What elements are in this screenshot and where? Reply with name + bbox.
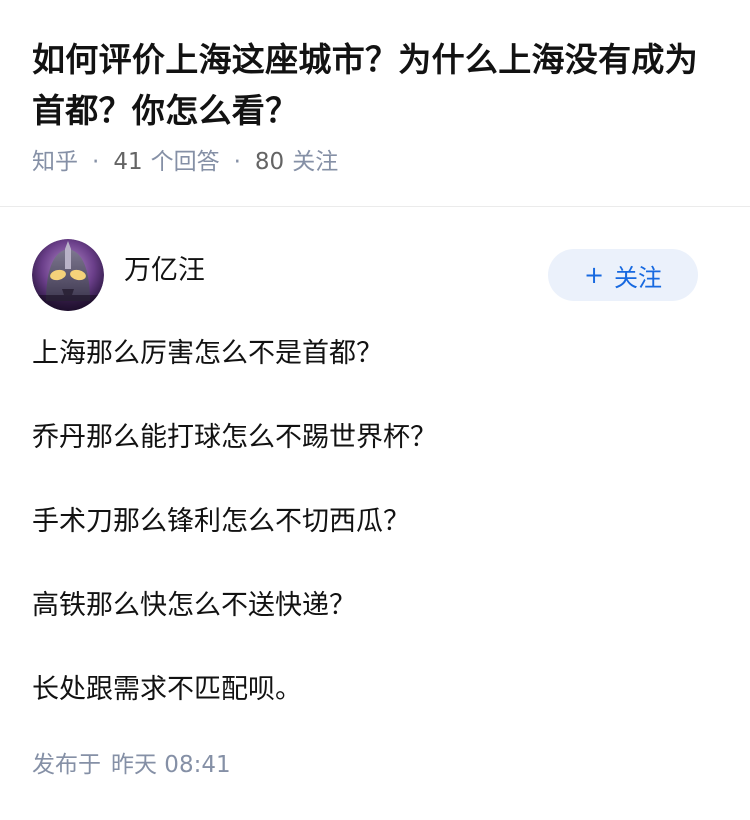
meta-separator: · <box>233 149 241 175</box>
answer-page: 如何评价上海这座城市？为什么上海没有成为首都？你怎么看？ 知乎 · 41 个回答… <box>0 0 750 820</box>
question-title[interactable]: 如何评价上海这座城市？为什么上海没有成为首都？你怎么看？ <box>32 34 718 136</box>
answer-card: 万亿汪 + 关注 上海那么厉害怎么不是首都？ 乔丹那么能打球怎么不踢世界杯？ 手… <box>0 239 750 781</box>
answers-label[interactable]: 个回答 <box>151 146 220 178</box>
answer-paragraph: 乔丹那么能打球怎么不踢世界杯？ <box>32 422 437 453</box>
answer-paragraph: 上海那么厉害怎么不是首都？ <box>32 338 383 369</box>
followers-label: 关注 <box>292 149 339 175</box>
author-name[interactable]: 万亿汪 <box>124 253 205 289</box>
follow-button[interactable]: + 关注 <box>548 249 698 301</box>
question-meta: 知乎 · 41 个回答 · 80 关注 <box>32 146 718 178</box>
answer-paragraph: 高铁那么快怎么不送快递？ <box>32 590 356 621</box>
avatar-image <box>32 239 104 311</box>
published-info: 发布于 昨天 08:41 <box>32 749 718 781</box>
answer-content: 上海那么厉害怎么不是首都？ 乔丹那么能打球怎么不踢世界杯？ 手术刀那么锋利怎么不… <box>32 333 718 711</box>
section-divider <box>0 206 750 207</box>
source-label[interactable]: 知乎 <box>32 146 78 178</box>
answer-paragraph: 长处跟需求不匹配呗。 <box>32 674 302 705</box>
answer-paragraph: 手术刀那么锋利怎么不切西瓜？ <box>32 506 410 537</box>
published-time: 昨天 08:41 <box>111 752 231 778</box>
avatar[interactable] <box>32 239 104 311</box>
follow-button-label: 关注 <box>614 263 663 292</box>
question-header: 如何评价上海这座城市？为什么上海没有成为首都？你怎么看？ 知乎 · 41 个回答… <box>0 0 750 178</box>
plus-icon: + <box>583 261 605 289</box>
meta-separator: · <box>92 149 100 175</box>
followers-count: 80 <box>254 149 285 175</box>
author-row: 万亿汪 + 关注 <box>32 239 718 319</box>
published-label: 发布于 <box>32 752 101 778</box>
answers-count: 41 <box>113 149 143 175</box>
